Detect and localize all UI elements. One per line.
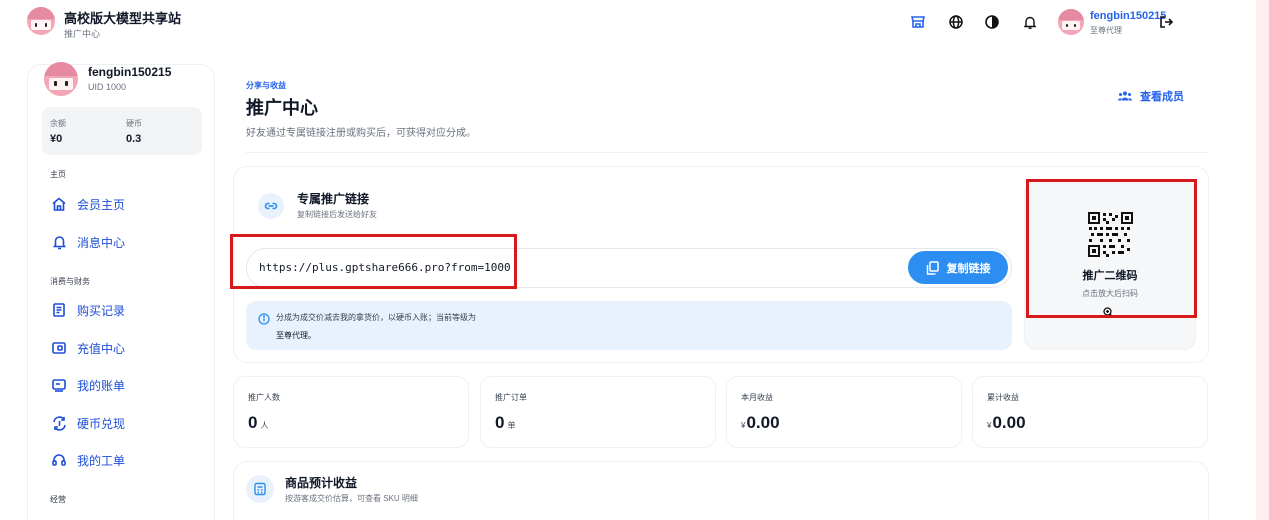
stat-card-orders: 推广订单 0单 (480, 376, 716, 448)
sidebar-username: fengbin150215 (88, 65, 172, 79)
brand-title[interactable]: 高校版大模型共享站 (64, 8, 181, 27)
copy-icon (926, 260, 939, 275)
goods-earnings-card (233, 461, 1209, 520)
sidebar-item-purchases[interactable]: 购买记录 (50, 298, 200, 322)
highlight-box-link (230, 234, 517, 289)
goods-earnings-subtitle: 按游客成交价估算，可查看 SKU 明细 (285, 494, 418, 503)
home-icon (50, 195, 68, 213)
sidebar-uid: UID 1000 (88, 82, 127, 92)
sidebar-item-label: 充值中心 (77, 341, 126, 356)
header-divider (246, 152, 1208, 153)
sidebar-item-label: 购买记录 (77, 303, 126, 318)
top-bar: 高校版大模型共享站 推广中心 fengbin150215 至尊代理 (0, 0, 1256, 48)
exchange-icon (50, 414, 68, 432)
bell-icon (50, 233, 68, 251)
highlight-box-qr (1026, 179, 1197, 318)
coins-label: 硬币 (126, 119, 142, 128)
info-icon (258, 312, 270, 330)
copy-link-button[interactable]: 复制链接 (908, 251, 1008, 284)
stat-label: 本月收益 (741, 393, 773, 402)
calculator-icon (246, 475, 274, 503)
stat-value: ¥0.00 (741, 413, 780, 432)
logout-icon[interactable] (1156, 12, 1176, 32)
sidebar-item-messages[interactable]: 消息中心 (50, 230, 200, 254)
stat-label: 推广订单 (495, 393, 527, 402)
sidebar-item-label: 我的账单 (77, 378, 126, 393)
members-icon (1118, 91, 1132, 101)
commission-info-box (246, 301, 1012, 350)
sidebar-item-label: 消息中心 (77, 235, 126, 250)
brand-logo-avatar[interactable] (27, 7, 55, 35)
headset-icon (50, 451, 68, 469)
commission-info-line2: 至尊代理。 (276, 331, 316, 340)
page-title: 推广中心 (246, 98, 318, 118)
balance-value: ¥0 (50, 133, 63, 145)
sidebar-item-bills[interactable]: 我的账单 (50, 373, 200, 397)
copy-link-label: 复制链接 (946, 262, 991, 275)
sidebar-item-label: 会员主页 (77, 197, 126, 212)
sidebar-item-member-home[interactable]: 会员主页 (50, 192, 200, 216)
view-members-button[interactable]: 查看成员 (1118, 88, 1184, 104)
right-edge-strip (1256, 0, 1269, 520)
stat-value: 0单 (495, 413, 516, 432)
globe-icon[interactable] (946, 12, 966, 32)
sidebar-section-business: 经营 (50, 495, 66, 504)
promo-link-subtitle: 复制链接后发送给好友 (297, 210, 377, 219)
stat-card-referrals: 推广人数 0人 (233, 376, 469, 448)
user-avatar[interactable] (1058, 9, 1084, 35)
sidebar-item-label: 我的工单 (77, 453, 126, 468)
header-username[interactable]: fengbin150215 (1090, 10, 1166, 22)
store-icon[interactable] (908, 12, 928, 32)
sidebar-item-recharge[interactable]: 充值中心 (50, 336, 200, 360)
commission-info-line1: 分成为成交价减去我的拿货价，以硬币入账；当前等级为 (276, 313, 476, 322)
page-eyebrow: 分享与收益 (246, 81, 286, 90)
promo-link-title: 专属推广链接 (297, 192, 370, 206)
notification-bell-icon[interactable] (1020, 12, 1040, 32)
balance-box: 余额 ¥0 硬币 0.3 (42, 107, 202, 155)
stat-label: 推广人数 (248, 393, 280, 402)
receipt-icon (50, 301, 68, 319)
page-description: 好友通过专属链接注册或购买后，可获得对应分成。 (246, 128, 476, 139)
sidebar-item-label: 硬币兑现 (77, 416, 126, 431)
bill-icon (50, 376, 68, 394)
stat-card-total-earnings: 累计收益 ¥0.00 (972, 376, 1208, 448)
stat-label: 累计收益 (987, 393, 1019, 402)
sidebar-section-home: 主页 (50, 170, 66, 179)
goods-earnings-title: 商品预计收益 (285, 476, 358, 490)
coins-value: 0.3 (126, 133, 142, 145)
stat-card-month-earnings: 本月收益 ¥0.00 (726, 376, 962, 448)
brand-subtitle: 推广中心 (64, 29, 101, 39)
stat-value: ¥0.00 (987, 413, 1026, 432)
link-icon (258, 193, 284, 219)
wallet-icon (50, 339, 68, 357)
sidebar-item-coin-exchange[interactable]: 硬币兑现 (50, 411, 200, 435)
sidebar-item-tickets[interactable]: 我的工单 (50, 448, 200, 472)
sidebar-section-finance: 消费与财务 (50, 277, 90, 286)
header-user-level: 至尊代理 (1090, 26, 1122, 35)
view-members-label: 查看成员 (1140, 91, 1184, 103)
balance-label: 余额 (50, 119, 66, 128)
stat-value: 0人 (248, 413, 269, 432)
sidebar-avatar (44, 62, 78, 96)
theme-toggle-icon[interactable] (982, 12, 1002, 32)
